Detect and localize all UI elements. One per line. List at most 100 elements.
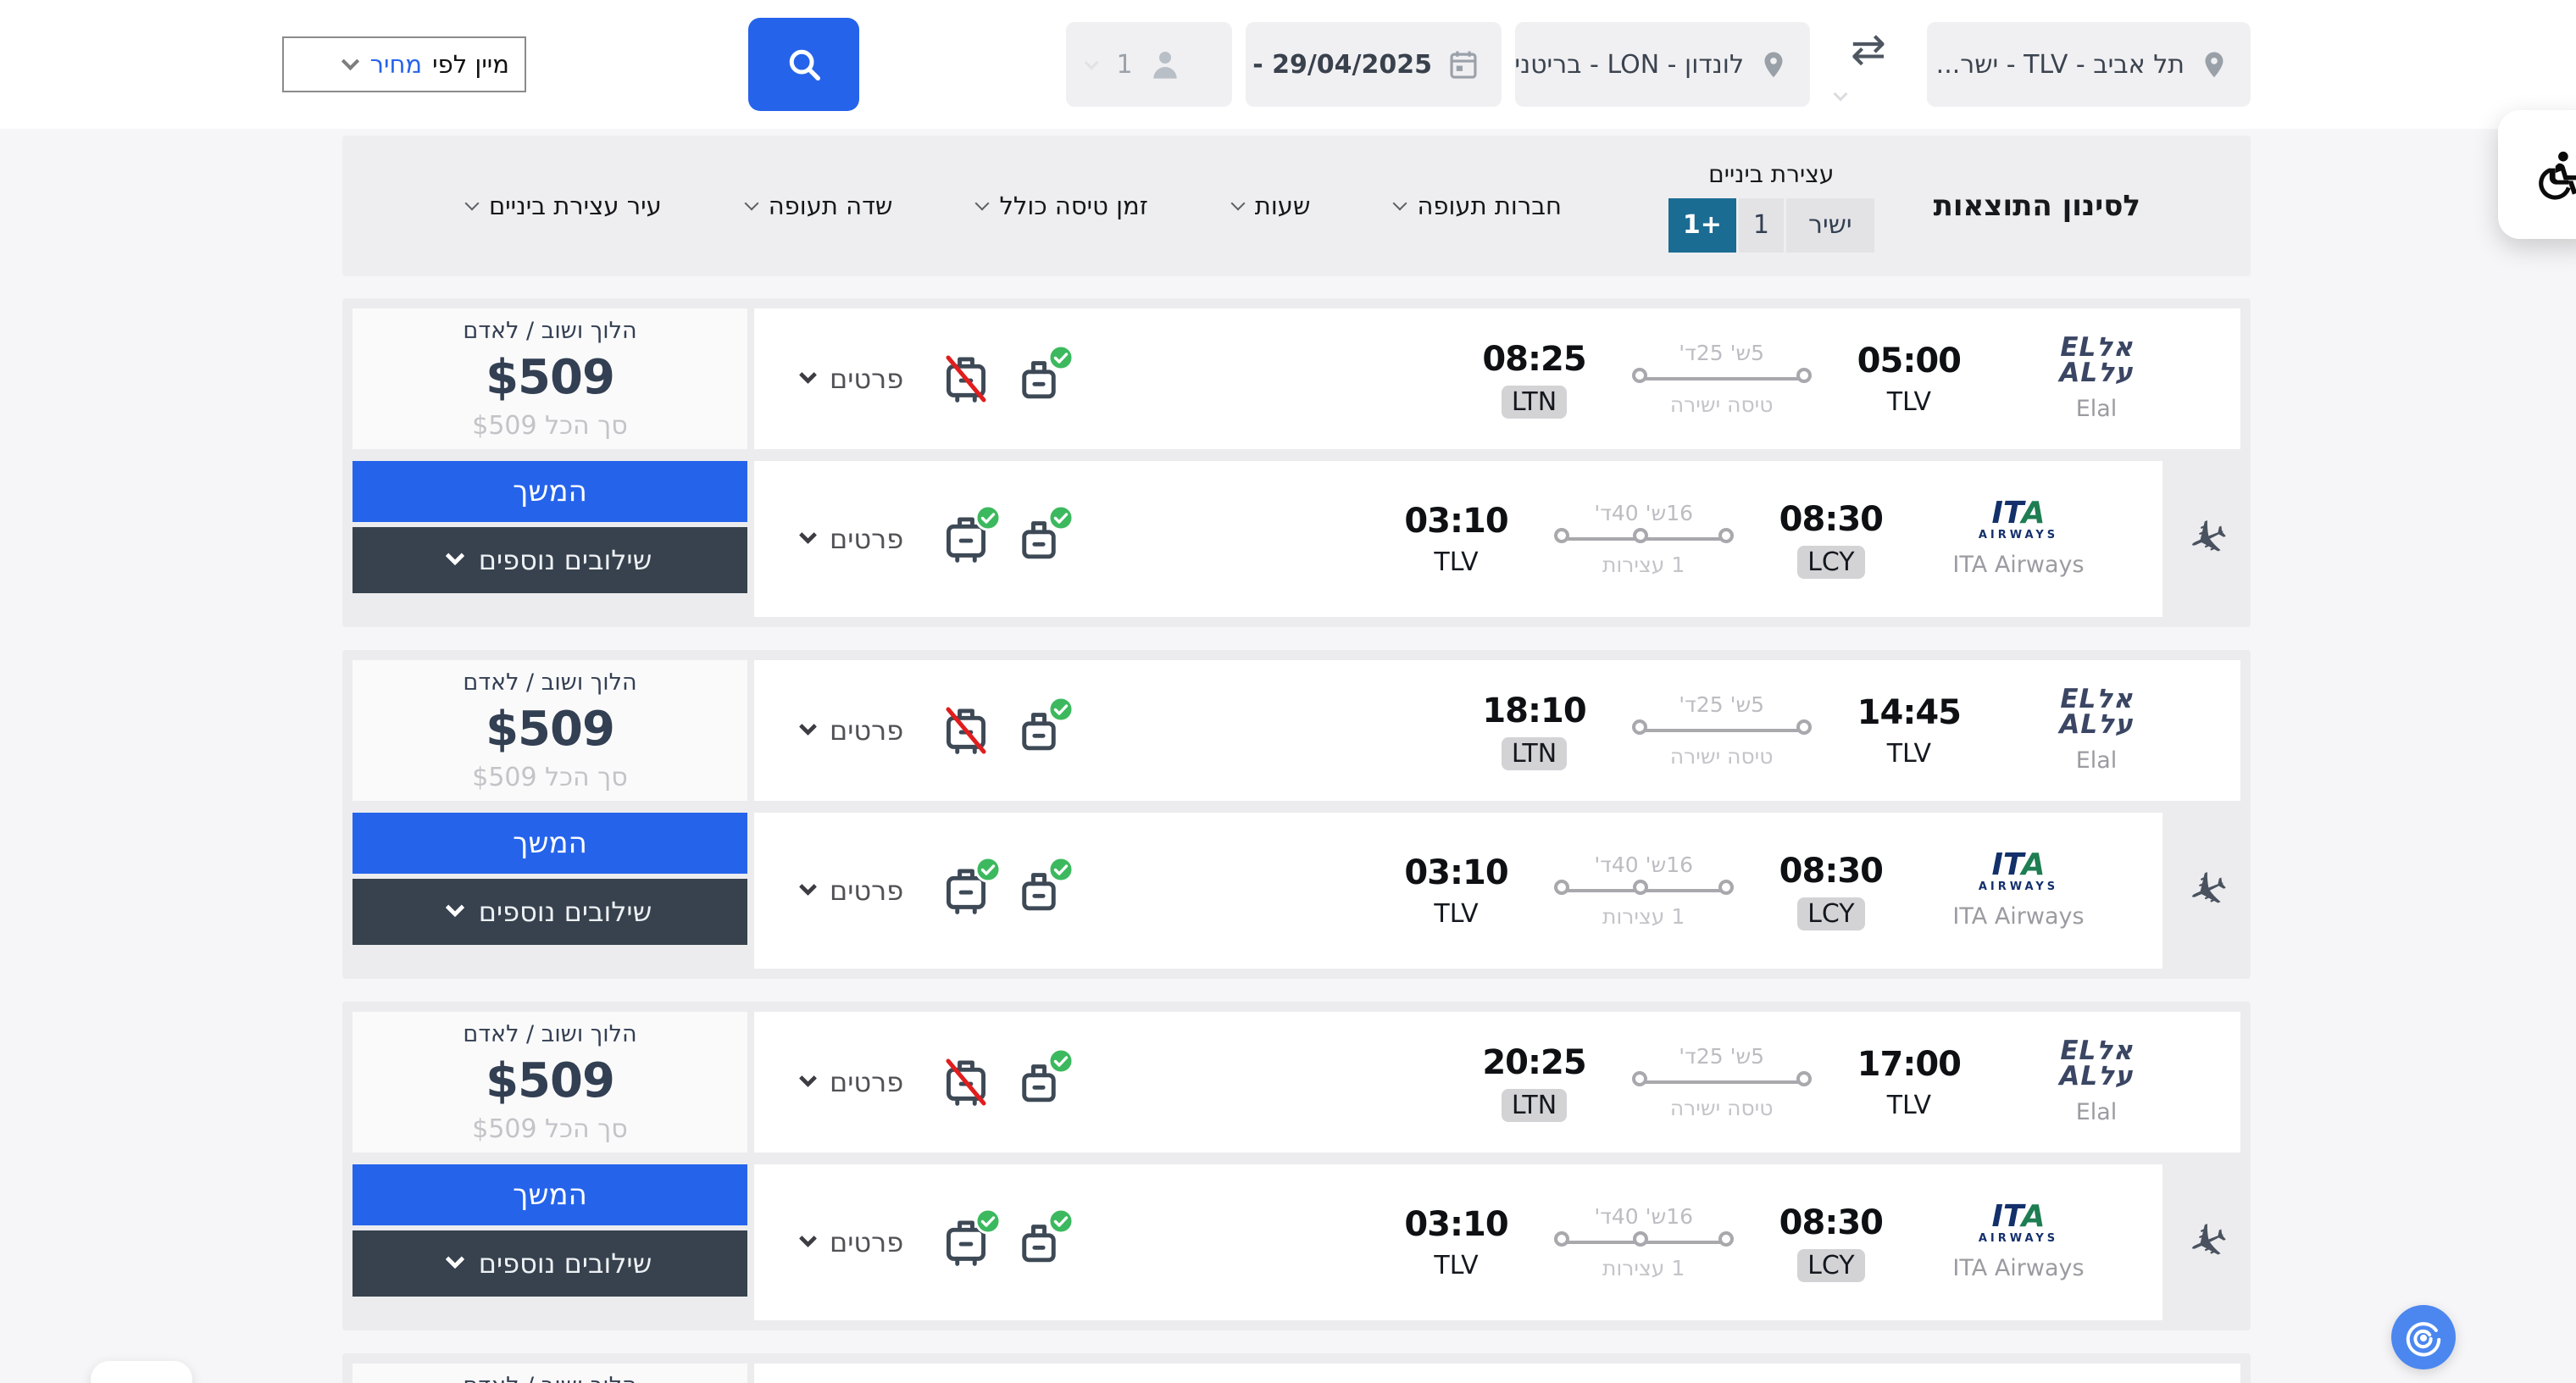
chat-widget-icon	[2404, 1318, 2443, 1357]
origin-value: תל אביב - TLV - ישר...	[1936, 50, 2185, 80]
stopover-dot	[1633, 880, 1648, 895]
continue-button[interactable]: המשך	[353, 1164, 747, 1225]
timeline-track	[1632, 1070, 1812, 1094]
departure-airport-code: LCY	[1797, 546, 1864, 579]
swap-direction-button[interactable]: ⇄	[1824, 14, 1913, 114]
departure-time: 08:30	[1779, 1203, 1883, 1242]
timeline-track	[1632, 719, 1812, 742]
chat-widget-button[interactable]	[2391, 1305, 2456, 1369]
included-check-icon	[1047, 1208, 1074, 1235]
departure-endpoint: 08:30 LCY	[1779, 1203, 1883, 1282]
location-pin-icon	[2200, 50, 2229, 79]
ita-logo-word: ITA	[1992, 852, 2046, 879]
more-combinations-button[interactable]: שילובים נוספים	[353, 527, 747, 593]
passengers-field[interactable]: 1	[1066, 22, 1232, 107]
baggage-icons	[942, 864, 1063, 918]
destination-field[interactable]: לונדון - LON - בריטניה	[1515, 22, 1810, 107]
timeline-endpoint-dot	[1718, 528, 1734, 543]
departure-airport-code: TLV	[1887, 387, 1931, 417]
elal-logo: אלELעלAL	[2059, 687, 2133, 736]
filter-bar-title: לסינון התוצאות	[1934, 189, 2140, 223]
card-actions: המשךשילובים נוספים	[353, 461, 747, 617]
filter-dropdown-label: שדה תעופה	[769, 192, 893, 220]
ita-logo-it: IT	[1992, 847, 2022, 882]
continue-button[interactable]: המשך	[353, 461, 747, 522]
flight-card: אלELעלALElal17:00TLV5ש' 25ד'טיסה ישירה20…	[342, 1353, 2251, 1383]
suitcase-bag-icon	[942, 1055, 990, 1109]
filter-dropdown-stopover-city[interactable]: עיר עצירת ביניים	[467, 192, 662, 220]
included-check-icon	[974, 1208, 1002, 1235]
timeline-bar	[1642, 729, 1802, 732]
flight-leg-row: אלELעלALElal05:00TLV5ש' 25ד'טיסה ישירה08…	[754, 308, 2240, 449]
duration-label: 16ש' 40ד'	[1594, 501, 1693, 525]
accessibility-widget-button[interactable]	[2498, 110, 2576, 239]
baggage-icons	[942, 703, 1063, 758]
timeline-track	[1554, 879, 1734, 903]
airline-block: ITAAIRWAYSITA Airways	[1922, 852, 2115, 930]
details-label: פרטים	[830, 363, 903, 395]
stops-label: טיסה ישירה	[1670, 744, 1774, 769]
timeline-endpoint-dot	[1718, 880, 1734, 895]
sort-select[interactable]: מיין לפי מחיר	[282, 36, 526, 92]
chevron-down-icon	[445, 898, 464, 918]
arrival-time: 18:10	[1482, 692, 1585, 730]
chevron-down-icon	[744, 196, 758, 210]
details-toggle[interactable]: פרטים	[802, 363, 903, 395]
more-combinations-button[interactable]: שילובים נוספים	[353, 879, 747, 945]
departure-airport-code: LCY	[1797, 897, 1864, 930]
filter-dropdown-total-flight-time[interactable]: זמן טיסה כולל	[977, 192, 1147, 220]
carryon-bag-icon	[1015, 864, 1063, 918]
timeline-endpoint-dot	[1796, 719, 1812, 735]
search-button[interactable]	[748, 18, 859, 111]
filter-dropdown-airport[interactable]: שדה תעופה	[747, 192, 893, 220]
details-toggle[interactable]: פרטים	[802, 1226, 903, 1258]
price-panel: הלוך ושוב / לאדם$509סך הכל $509	[353, 1012, 747, 1152]
origin-field[interactable]: תל אביב - TLV - ישר...	[1927, 22, 2251, 107]
airline-block: אלELעלALElal	[2000, 336, 2193, 421]
plane-glyph: ✈	[2179, 506, 2237, 572]
sort-prefix: מיין לפי	[432, 50, 509, 79]
included-check-icon	[974, 856, 1002, 883]
arrival-endpoint: 18:10LTN	[1482, 692, 1585, 770]
more-combinations-button[interactable]: שילובים נוספים	[353, 1230, 747, 1297]
not-included-slash-icon	[942, 352, 990, 406]
departure-airport-code: LCY	[1797, 1249, 1864, 1282]
details-toggle[interactable]: פרטים	[802, 875, 903, 907]
filter-dropdown-airlines[interactable]: חברות תעופה	[1395, 192, 1561, 220]
chevron-down-icon	[445, 547, 464, 566]
filter-dropdown-hours[interactable]: שעות	[1233, 192, 1311, 220]
price-panel: הלוך ושוב / לאדם$509סך הכל $509	[353, 1364, 747, 1383]
stops-filter-label: עצירת ביניים	[1708, 160, 1834, 188]
stops-filter-group: עצירת ביניים ישיר 1 +1	[1668, 160, 1874, 253]
plane-landing-icon: ✈	[2176, 1164, 2240, 1320]
continue-button[interactable]: המשך	[353, 813, 747, 874]
timeline-endpoint-dot	[1632, 1071, 1647, 1086]
details-toggle[interactable]: פרטים	[802, 714, 903, 747]
duration-label: 16ש' 40ד'	[1594, 1204, 1693, 1229]
timeline-bar	[1642, 1080, 1802, 1084]
stops-option-one[interactable]: 1	[1739, 198, 1784, 253]
flight-leg-row: ITAAIRWAYSITA Airways08:30LCY16ש' 40ד'1 …	[754, 813, 2162, 969]
dates-field[interactable]: ...04/2025 - 29/04/2025	[1246, 22, 1502, 107]
filter-bar: לסינון התוצאות עצירת ביניים ישיר 1 +1 חב…	[342, 136, 2251, 276]
airline-name: ITA Airways	[1952, 1255, 2084, 1281]
departure-airport-code: TLV	[1887, 1091, 1931, 1120]
details-toggle[interactable]: פרטים	[802, 523, 903, 555]
details-label: פרטים	[830, 714, 903, 747]
flight-timeline: 16ש' 40ד'1 עצירות	[1547, 1204, 1740, 1280]
stops-option-one-plus[interactable]: +1	[1668, 198, 1736, 253]
ita-logo-sub: AIRWAYS	[1979, 529, 2058, 542]
departure-time: 08:30	[1779, 852, 1883, 891]
flight-card: אלELעלALElal05:00TLV5ש' 25ד'טיסה ישירה08…	[342, 298, 2251, 627]
duration-label: 5ש' 25ד'	[1679, 1044, 1764, 1069]
ita-airways-logo: ITAAIRWAYS	[1979, 852, 2058, 893]
flight-timeline: 16ש' 40ד'1 עצירות	[1547, 501, 1740, 577]
passenger-icon	[1148, 47, 1182, 81]
departure-endpoint: 05:00TLV	[1857, 342, 1961, 417]
stops-option-direct[interactable]: ישיר	[1786, 198, 1874, 253]
departure-endpoint: 08:30LCY	[1779, 500, 1883, 579]
arrival-airport-code: TLV	[1434, 547, 1478, 577]
elal-logo-line: עלAL	[2059, 1064, 2133, 1089]
bottom-left-widget[interactable]	[91, 1361, 192, 1383]
details-toggle[interactable]: פרטים	[802, 1066, 903, 1098]
